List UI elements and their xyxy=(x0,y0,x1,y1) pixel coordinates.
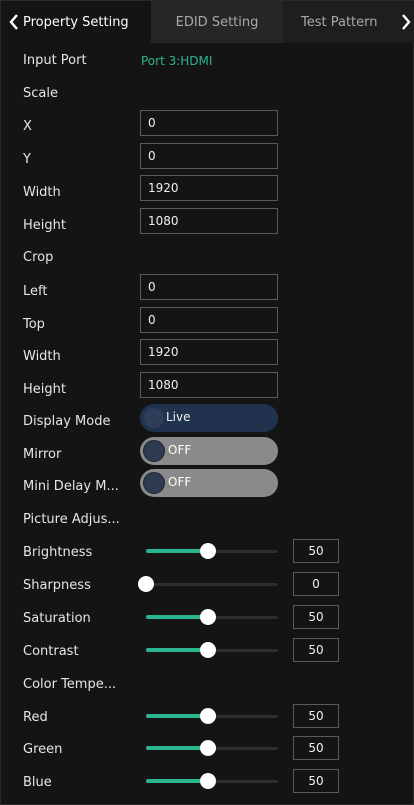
brightness-slider-thumb[interactable] xyxy=(200,543,216,559)
saturation-slider[interactable] xyxy=(140,609,278,625)
crop-height-label: Height xyxy=(23,382,66,397)
brightness-slider[interactable] xyxy=(140,543,278,559)
red-slider-thumb[interactable] xyxy=(200,708,216,724)
display-mode-value: Live xyxy=(166,410,191,424)
contrast-slider-thumb[interactable] xyxy=(200,642,216,658)
red-slider-fill xyxy=(146,714,208,718)
crop-left-label: Left xyxy=(23,284,48,299)
brightness-label: Brightness xyxy=(23,545,93,560)
display-mode-select[interactable]: Live xyxy=(140,404,278,432)
sharpness-slider-thumb[interactable] xyxy=(138,576,154,592)
blue-slider[interactable] xyxy=(140,773,278,789)
scale-heading: Scale xyxy=(23,86,58,101)
mini-delay-toggle-knob xyxy=(143,472,165,494)
saturation-value[interactable]: 50 xyxy=(293,605,339,629)
scale-y-input[interactable]: 0 xyxy=(140,143,278,169)
mini-delay-toggle[interactable]: OFF xyxy=(140,469,278,497)
sharpness-value[interactable]: 0 xyxy=(293,572,339,596)
crop-height-input[interactable]: 1080 xyxy=(140,372,278,398)
crop-width-input[interactable]: 1920 xyxy=(140,339,278,365)
sharpness-slider-track xyxy=(146,583,278,586)
saturation-slider-fill xyxy=(146,615,208,619)
crop-left-input[interactable]: 0 xyxy=(140,274,278,300)
blue-value[interactable]: 50 xyxy=(293,769,339,793)
picture-adjust-heading: Picture Adjus... xyxy=(23,512,120,527)
crop-width-label: Width xyxy=(23,349,61,364)
green-value[interactable]: 50 xyxy=(293,736,339,760)
input-port-value: Port 3:HDMI xyxy=(141,54,213,68)
red-slider[interactable] xyxy=(140,708,278,724)
red-value[interactable]: 50 xyxy=(293,704,339,728)
green-slider-thumb[interactable] xyxy=(200,740,216,756)
chevron-left-icon[interactable] xyxy=(9,13,19,31)
sharpness-slider[interactable] xyxy=(138,576,278,592)
scale-width-label: Width xyxy=(23,185,61,200)
tab-bar: Property Setting EDID Setting Test Patte… xyxy=(1,1,414,43)
scale-width-input[interactable]: 1920 xyxy=(140,175,278,201)
tab-property-setting[interactable]: Property Setting xyxy=(1,1,151,43)
brightness-slider-fill xyxy=(146,549,208,553)
display-mode-knob xyxy=(144,408,164,428)
tab-edid-setting-label: EDID Setting xyxy=(175,14,259,30)
contrast-value[interactable]: 50 xyxy=(293,638,339,662)
property-panel: Property Setting EDID Setting Test Patte… xyxy=(0,0,414,805)
tab-edid-setting[interactable]: EDID Setting xyxy=(151,1,283,43)
tab-test-pattern[interactable]: Test Pattern xyxy=(283,1,414,43)
crop-top-label: Top xyxy=(23,317,45,332)
contrast-slider-fill xyxy=(146,648,208,652)
mini-delay-toggle-state: OFF xyxy=(168,475,192,489)
mini-delay-label: Mini Delay M... xyxy=(23,479,119,494)
color-temp-heading: Color Tempe... xyxy=(23,677,117,692)
blue-slider-fill xyxy=(146,779,208,783)
blue-label: Blue xyxy=(23,775,52,790)
blue-slider-thumb[interactable] xyxy=(200,773,216,789)
scale-x-input[interactable]: 0 xyxy=(140,110,278,136)
sharpness-label: Sharpness xyxy=(23,578,91,593)
chevron-right-icon[interactable] xyxy=(401,13,411,31)
mirror-toggle[interactable]: OFF xyxy=(140,437,278,465)
contrast-slider[interactable] xyxy=(140,642,278,658)
tab-test-pattern-label: Test Pattern xyxy=(301,14,378,30)
green-slider-fill xyxy=(146,746,208,750)
contrast-label: Contrast xyxy=(23,644,79,659)
scale-height-input[interactable]: 1080 xyxy=(140,208,278,234)
tab-property-setting-label: Property Setting xyxy=(23,14,129,30)
red-label: Red xyxy=(23,710,48,725)
input-port-label: Input Port xyxy=(23,53,87,68)
scale-x-label: X xyxy=(23,119,32,134)
mirror-label: Mirror xyxy=(23,447,62,462)
mirror-toggle-state: OFF xyxy=(168,443,192,457)
green-slider[interactable] xyxy=(140,740,278,756)
brightness-value[interactable]: 50 xyxy=(293,539,339,563)
scale-y-label: Y xyxy=(23,152,31,167)
crop-heading: Crop xyxy=(23,250,54,265)
crop-top-input[interactable]: 0 xyxy=(140,307,278,333)
mirror-toggle-knob xyxy=(143,440,165,462)
green-label: Green xyxy=(23,742,63,757)
saturation-label: Saturation xyxy=(23,611,91,626)
scale-height-label: Height xyxy=(23,218,66,233)
display-mode-label: Display Mode xyxy=(23,414,111,429)
saturation-slider-thumb[interactable] xyxy=(200,609,216,625)
